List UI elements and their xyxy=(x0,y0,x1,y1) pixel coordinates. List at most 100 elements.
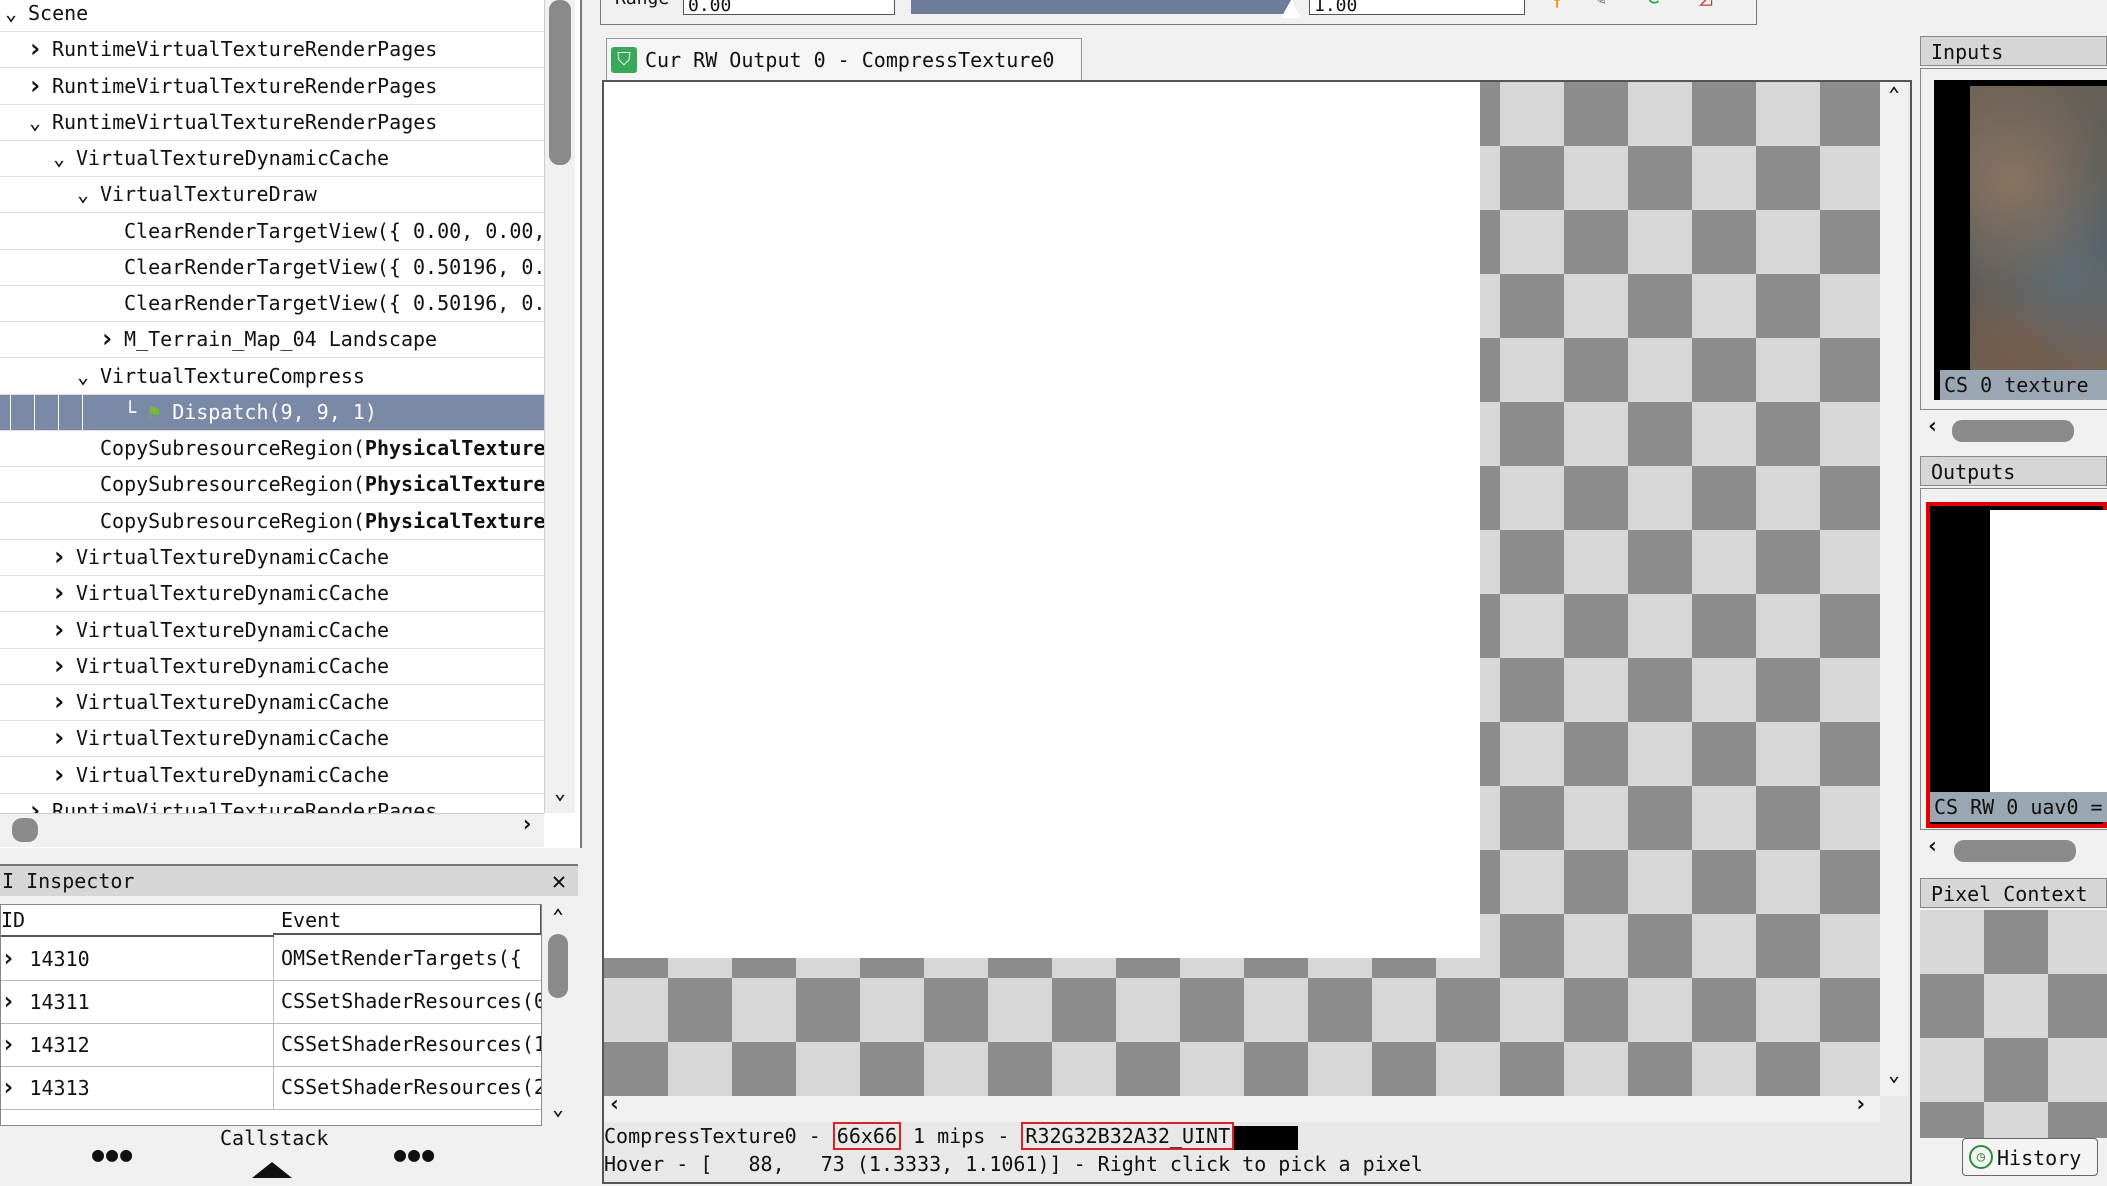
tree-row[interactable]: › VirtualTextureDynamicCache xyxy=(0,758,544,794)
chevron-down-icon[interactable]: ⌄ xyxy=(26,105,44,140)
tree-row[interactable]: › VirtualTextureDynamicCache xyxy=(0,540,544,576)
chevron-right-icon[interactable]: › xyxy=(50,685,68,720)
tree-horizontal-scroll-thumb[interactable] xyxy=(12,818,38,842)
tree-row[interactable]: ClearRenderTargetView({ 0.50196, 0. xyxy=(0,286,544,323)
tree-row[interactable]: › VirtualTextureDynamicCache xyxy=(0,685,544,722)
chevron-right-icon[interactable]: › xyxy=(50,576,68,611)
event-call: OMSetRenderTargets({ xyxy=(281,946,522,970)
chevron-left-icon[interactable]: ‹ xyxy=(608,1092,621,1117)
range-max-handle[interactable] xyxy=(1281,0,1301,18)
inspector-row[interactable]: › 14313 CSSetShaderResources(2 xyxy=(1,1066,541,1110)
chevron-down-icon[interactable]: ⌄ xyxy=(74,359,92,394)
expand-up-icon[interactable] xyxy=(252,1162,292,1178)
chevron-down-icon[interactable]: ⌄ xyxy=(50,141,68,176)
viewer-vertical-scrollbar[interactable]: ⌃ ⌄ xyxy=(1880,82,1908,1096)
tree-row-label: VirtualTextureDynamicCache xyxy=(76,649,389,684)
chevron-up-icon[interactable]: ⌃ xyxy=(1884,82,1904,106)
chevron-right-icon[interactable]: › xyxy=(514,812,540,842)
chevron-right-icon[interactable]: › xyxy=(26,32,44,67)
range-toolbar: Range 0.00 1.00 ⚲ ✎ ⟳ ◿ xyxy=(600,0,1757,25)
zoom-icon[interactable]: ⚲ xyxy=(1549,0,1565,11)
tree-row[interactable]: CopySubresourceRegion(PhysicalTexture xyxy=(0,431,544,468)
tree-row[interactable]: ClearRenderTargetView({ 0.00, 0.00, xyxy=(0,214,544,250)
tree-row[interactable]: CopySubresourceRegion(PhysicalTexture xyxy=(0,504,544,540)
chevron-right-icon[interactable]: › xyxy=(50,540,68,575)
chevron-down-icon[interactable]: ⌄ xyxy=(74,177,92,212)
history-button[interactable]: ◷ History xyxy=(1962,1138,2098,1176)
chevron-right-icon[interactable]: › xyxy=(50,649,68,684)
tree-row[interactable]: ⌄ VirtualTextureCompress xyxy=(0,359,544,395)
pipette-icon[interactable]: ✎ xyxy=(1593,0,1606,11)
tab-cur-rw-output[interactable]: ⛉ Cur RW Output 0 - CompressTexture0 xyxy=(606,38,1082,81)
texture-image[interactable] xyxy=(604,82,1480,958)
chevron-down-icon[interactable]: ⌄ xyxy=(1884,1062,1904,1086)
output-texture-preview[interactable] xyxy=(1990,510,2107,792)
inputs-scrollbar[interactable]: ‹ xyxy=(1922,414,2107,446)
more-right-icon[interactable]: ●●● xyxy=(394,1142,436,1166)
callstack-label[interactable]: Callstack xyxy=(220,1126,328,1150)
outputs-scroll-thumb[interactable] xyxy=(1954,840,2076,862)
chevron-right-icon[interactable]: › xyxy=(1,944,15,972)
tree-row[interactable]: › RuntimeVirtualTextureRenderPages xyxy=(0,69,544,105)
tree-row[interactable]: CopySubresourceRegion(PhysicalTexture xyxy=(0,467,544,504)
inspector-row[interactable]: › 14312 CSSetShaderResources(1 xyxy=(1,1023,541,1067)
chevron-right-icon[interactable]: › xyxy=(98,322,116,357)
viewer-horizontal-scrollbar[interactable]: ‹ › xyxy=(604,1092,1880,1122)
refresh-icon[interactable]: ⟳ xyxy=(1647,0,1665,11)
histogram-icon[interactable]: ◿ xyxy=(1699,0,1712,11)
tree-row-label: VirtualTextureDynamicCache xyxy=(76,576,389,611)
tree-row-label: ClearRenderTargetView({ 0.00, 0.00, xyxy=(124,214,544,249)
tree-row[interactable]: ⌄ Scene xyxy=(0,0,544,32)
chevron-right-icon[interactable]: › xyxy=(1854,1092,1867,1117)
chevron-right-icon[interactable]: › xyxy=(50,721,68,756)
inputs-scroll-thumb[interactable] xyxy=(1952,420,2074,442)
tree-row-label: CopySubresourceRegion(PhysicalTexture xyxy=(100,431,544,466)
event-browser-tree[interactable]: ⌄ Scene › RuntimeVirtualTextureRenderPages ›… xyxy=(0,0,582,848)
tree-row[interactable]: › VirtualTextureDynamicCache xyxy=(0,576,544,613)
chevron-right-icon[interactable]: › xyxy=(50,613,68,648)
chevron-right-icon[interactable]: › xyxy=(26,69,44,104)
inspector-id-cell: › 14313 xyxy=(1,1066,274,1109)
chevron-right-icon[interactable]: › xyxy=(1,1073,15,1101)
chevron-left-icon[interactable]: ‹ xyxy=(1926,414,1939,439)
chevron-right-icon[interactable]: › xyxy=(50,758,68,793)
tree-row[interactable]: ⌄ VirtualTextureDraw xyxy=(0,177,544,214)
pixel-context-view[interactable] xyxy=(1920,910,2107,1138)
outputs-scrollbar[interactable]: ‹ xyxy=(1922,834,2107,866)
column-header-event[interactable]: Event xyxy=(273,905,541,935)
input-texture-preview[interactable] xyxy=(1970,86,2107,400)
tree-row-label: VirtualTextureDynamicCache xyxy=(76,685,389,720)
range-max-input[interactable]: 1.00 xyxy=(1309,0,1525,15)
chevron-down-icon[interactable]: ⌄ xyxy=(548,1096,568,1120)
close-icon[interactable]: ✕ xyxy=(546,866,572,896)
chevron-up-icon[interactable]: ⌃ xyxy=(548,904,568,928)
tree-row[interactable]: ⌄ VirtualTextureDynamicCache xyxy=(0,141,544,178)
event-call: CSSetShaderResources(2 xyxy=(281,1075,541,1099)
chevron-down-icon[interactable]: ⌄ xyxy=(2,0,20,31)
tree-row-label: VirtualTextureCompress xyxy=(100,359,365,394)
inspector-row[interactable]: › 14311 CSSetShaderResources(0 xyxy=(1,980,541,1024)
event-id: 14312 xyxy=(29,1033,90,1057)
tree-row[interactable]: ⌄ RuntimeVirtualTextureRenderPages xyxy=(0,105,544,141)
tree-guide-line xyxy=(10,394,11,430)
chevron-right-icon[interactable]: › xyxy=(1,987,15,1015)
tree-horizontal-scrollbar[interactable] xyxy=(0,813,544,847)
range-histogram-bar[interactable] xyxy=(911,0,1291,14)
tree-row[interactable]: › VirtualTextureDynamicCache xyxy=(0,613,544,649)
chevron-left-icon[interactable]: ‹ xyxy=(1926,834,1939,859)
tree-row[interactable]: › VirtualTextureDynamicCache xyxy=(0,649,544,685)
tree-vertical-scroll-thumb[interactable] xyxy=(549,0,571,165)
tree-row[interactable]: › VirtualTextureDynamicCache xyxy=(0,721,544,758)
tree-row-text: VirtualTextureDynamicCache xyxy=(76,146,390,171)
tree-row[interactable]: › RuntimeVirtualTextureRenderPages xyxy=(0,32,544,69)
tree-row[interactable]: › M_Terrain_Map_04 Landscape xyxy=(0,322,544,359)
column-header-id[interactable]: ID xyxy=(1,905,274,937)
chevron-down-icon[interactable]: ⌄ xyxy=(549,780,571,806)
tree-row[interactable]: └ ⚑ Dispatch(9, 9, 1) xyxy=(0,394,544,431)
tree-row[interactable]: ClearRenderTargetView({ 0.50196, 0. xyxy=(0,250,544,286)
range-min-input[interactable]: 0.00 xyxy=(683,0,895,15)
inspector-scroll-thumb[interactable] xyxy=(548,934,568,998)
inspector-row[interactable]: › 14310 OMSetRenderTargets({ xyxy=(1,937,541,981)
more-left-icon[interactable]: ●●● xyxy=(92,1142,134,1166)
chevron-right-icon[interactable]: › xyxy=(1,1030,15,1058)
